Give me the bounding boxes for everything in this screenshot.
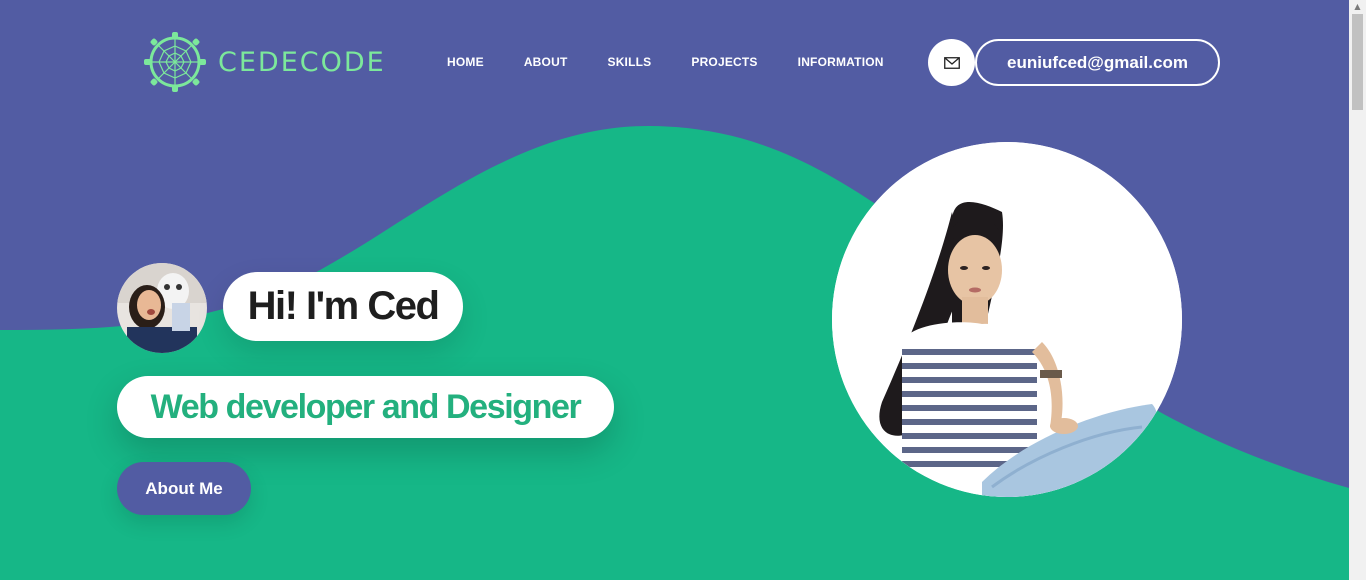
nav-skills[interactable]: SKILLS — [607, 55, 651, 69]
role-subheading: Web developer and Designer — [117, 376, 614, 438]
nav-home[interactable]: HOME — [447, 55, 484, 69]
spider-web-wheel-icon — [144, 32, 206, 92]
nav-projects[interactable]: PROJECTS — [691, 55, 757, 69]
brand-name: CEDECODE — [218, 46, 386, 78]
mail-button[interactable] — [928, 39, 975, 86]
scroll-up-arrow-icon[interactable]: ▲ — [1349, 0, 1366, 14]
envelope-icon — [943, 56, 960, 69]
avatar — [117, 263, 207, 353]
nav-about[interactable]: ABOUT — [524, 55, 568, 69]
vertical-scrollbar[interactable]: ▲ — [1349, 0, 1366, 580]
avatar-photo — [117, 263, 207, 353]
scrollbar-thumb[interactable] — [1352, 14, 1363, 110]
portrait-photo — [832, 142, 1182, 497]
brand-logo[interactable]: CEDECODE — [142, 32, 386, 92]
main-nav: HOME ABOUT SKILLS PROJECTS INFORMATION — [447, 55, 924, 69]
nav-information[interactable]: INFORMATION — [798, 55, 884, 69]
portrait-illustration — [832, 142, 1182, 497]
email-link[interactable]: euniufced@gmail.com — [975, 39, 1220, 86]
about-me-button[interactable]: About Me — [117, 462, 251, 515]
greeting-heading: Hi! I'm Ced — [223, 272, 463, 341]
page: CEDECODE HOME ABOUT SKILLS PROJECTS INFO… — [0, 0, 1366, 580]
